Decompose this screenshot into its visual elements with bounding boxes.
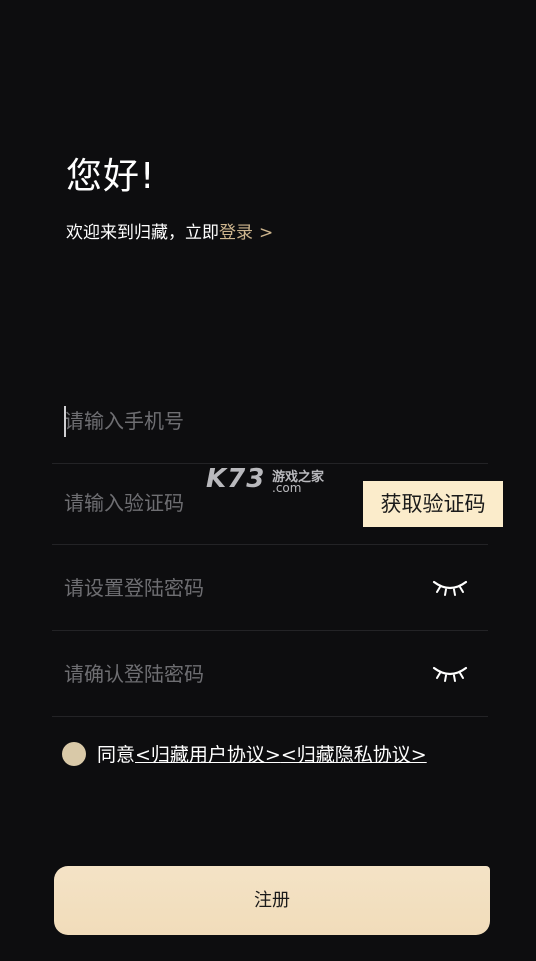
eye-closed-icon[interactable] xyxy=(432,576,468,598)
login-link[interactable]: 登录 xyxy=(219,223,253,243)
text-caret xyxy=(64,406,66,437)
get-code-button[interactable]: 获取验证码 xyxy=(363,481,503,527)
password-field xyxy=(52,545,488,631)
welcome-text: 欢迎来到归藏，立即 xyxy=(66,223,219,243)
radio-filled-icon[interactable] xyxy=(62,742,86,766)
watermark-domain: .com xyxy=(272,481,302,495)
user-agreement-link[interactable]: <归藏用户协议> xyxy=(135,744,281,766)
eye-closed-icon[interactable] xyxy=(432,662,468,684)
agreement-prefix: 同意 xyxy=(97,744,136,766)
greeting-title: 您好! xyxy=(66,156,156,197)
privacy-agreement-link[interactable]: <归藏隐私协议> xyxy=(281,744,427,766)
welcome-line: 欢迎来到归藏，立即登录 > xyxy=(66,220,273,246)
chevron-right-icon[interactable]: > xyxy=(259,223,273,243)
register-button[interactable]: 注册 xyxy=(54,866,490,935)
watermark-brand: K73 xyxy=(206,464,266,494)
confirm-password-field xyxy=(52,631,488,717)
watermark-logo: K73 游戏之家 .com xyxy=(206,464,336,500)
phone-input[interactable] xyxy=(64,406,364,436)
phone-field xyxy=(52,380,488,464)
agreement-text: 同意<归藏用户协议><归藏隐私协议> xyxy=(97,741,427,769)
password-input[interactable] xyxy=(64,573,364,603)
confirm-password-input[interactable] xyxy=(64,659,364,689)
